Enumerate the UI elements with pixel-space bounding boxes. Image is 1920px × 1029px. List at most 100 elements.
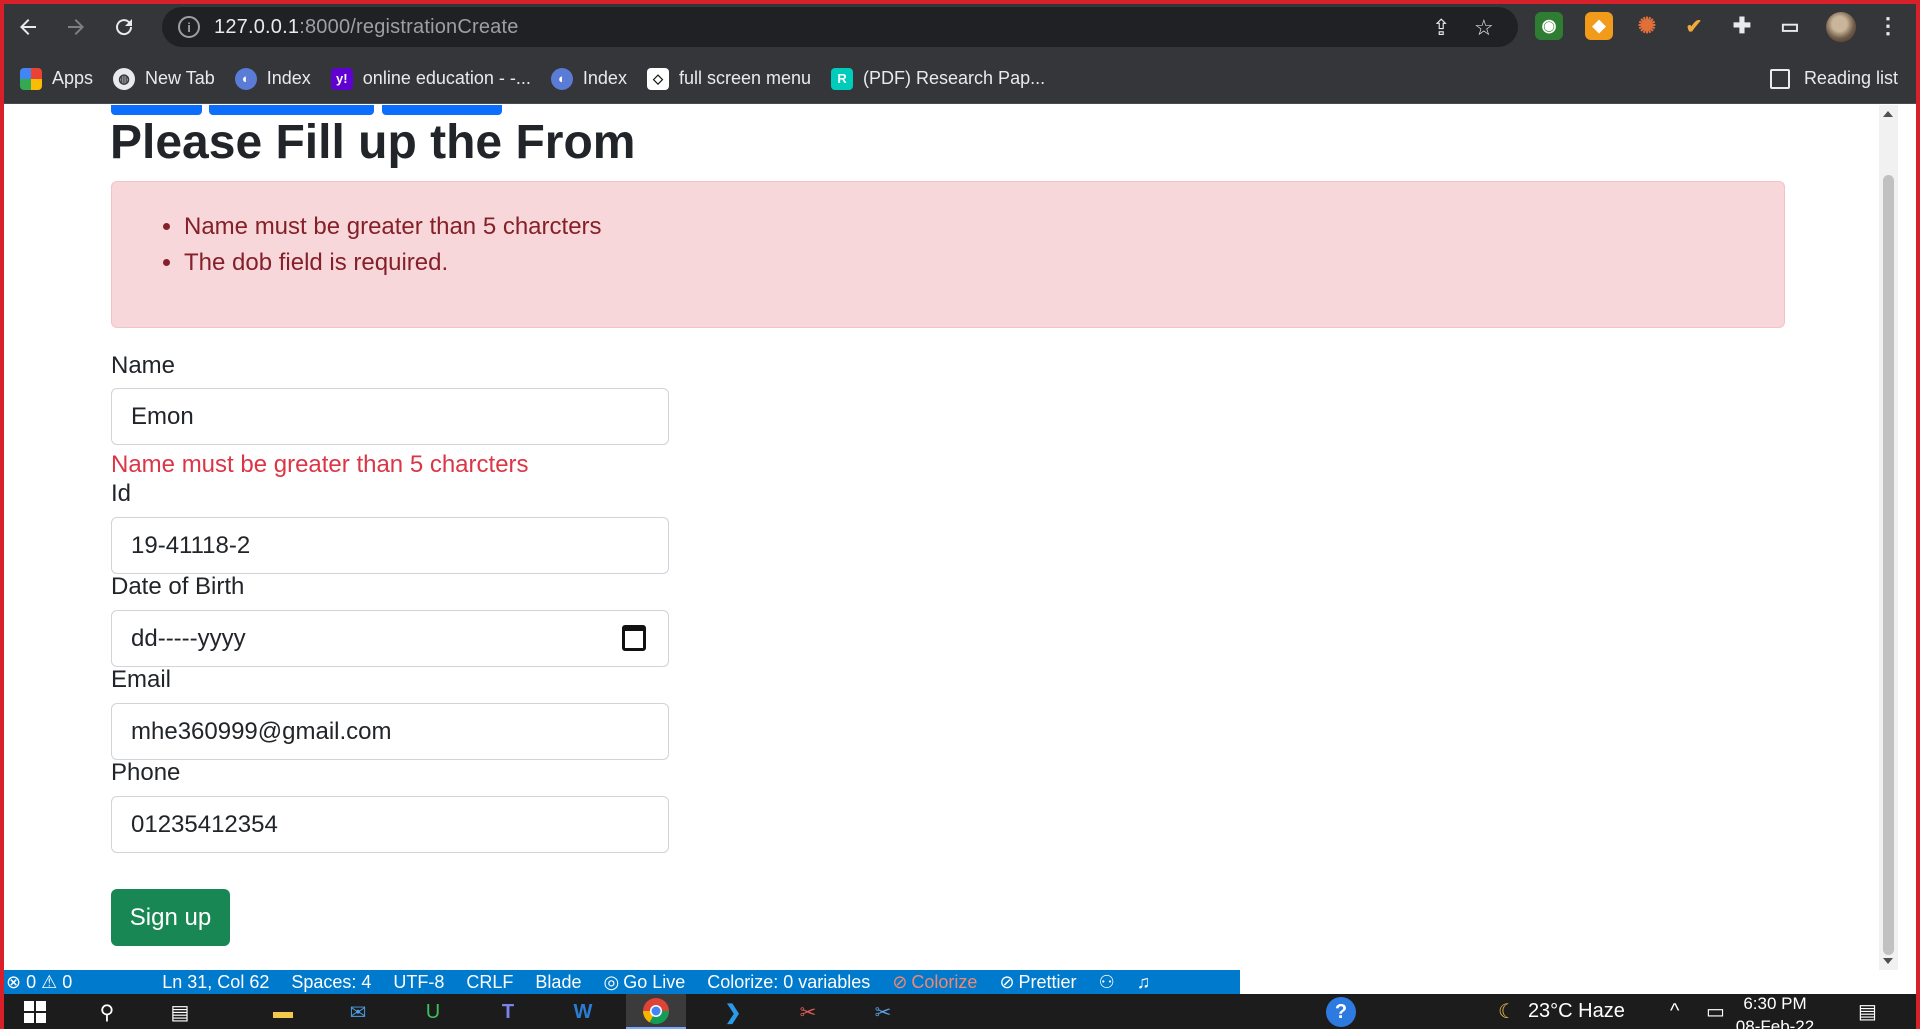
apps-grid-icon (20, 67, 42, 90)
share-icon[interactable]: ⇪ (1432, 15, 1450, 41)
bookmark-online-education[interactable]: y! online education - -... (330, 67, 531, 90)
nav-button-partial[interactable] (209, 105, 374, 115)
windows-taskbar: ⚲ ▤ ▬ ✉ U T W ❯ ✂ ✂ ? ☾ 23°C Haze ^ ▭ 6:3… (0, 994, 1920, 1029)
problems-indicator[interactable]: ⊗ 0 ⚠ 0 (6, 972, 72, 993)
phone-input[interactable]: 01235412354 (111, 796, 669, 853)
line-ending[interactable]: CRLF (466, 972, 513, 993)
go-live-button[interactable]: ◎ Go Live (603, 972, 685, 993)
extension-film-icon[interactable]: ✺ (1633, 12, 1661, 40)
email-input[interactable]: mhe360999@gmail.com (111, 703, 669, 760)
cursor-position[interactable]: Ln 31, Col 62 (162, 972, 269, 993)
nav-button-partial[interactable] (382, 105, 502, 115)
bookmarks-bar: Apps ◍ New Tab ◐ Index y! online educati… (0, 54, 1920, 104)
phone-label: Phone (111, 759, 181, 786)
vscode-icon[interactable]: ❯ (718, 997, 748, 1027)
url-text[interactable]: 127.0.0.1:8000/registrationCreate (214, 16, 519, 39)
help-icon[interactable]: ? (1326, 997, 1356, 1027)
reload-icon (116, 19, 133, 36)
bookmark-star-icon[interactable]: ☆ (1474, 15, 1494, 41)
error-item: The dob field is required. (184, 245, 1784, 281)
dob-placeholder: dd-----yyyy (131, 624, 246, 652)
menu-dots-icon[interactable]: ⋮ (1874, 12, 1902, 40)
encoding[interactable]: UTF-8 (393, 972, 444, 993)
page-scrollbar[interactable] (1879, 105, 1898, 970)
language-mode[interactable]: Blade (535, 972, 581, 993)
name-input[interactable]: Emon (111, 388, 669, 445)
profile-avatar[interactable] (1826, 12, 1856, 42)
chrome-taskbar-icon[interactable] (626, 994, 686, 1029)
windows-logo-icon (24, 1001, 46, 1023)
windows-start-icon[interactable] (20, 997, 50, 1027)
id-input[interactable]: 19-41118-2 (111, 517, 669, 574)
show-hidden-icons-icon[interactable]: ^ (1670, 994, 1679, 1029)
cast-icon[interactable]: ▭ (1776, 12, 1804, 40)
chrome-icon (642, 997, 670, 1024)
address-bar[interactable]: i 127.0.0.1:8000/registrationCreate ⇪ ☆ (162, 7, 1518, 47)
name-error: Name must be greater than 5 charcters (111, 451, 529, 478)
arrow-right-icon (68, 19, 84, 35)
error-alert: Name must be greater than 5 charcters Th… (111, 181, 1785, 328)
upwork-icon[interactable]: U (418, 997, 448, 1027)
scroll-thumb[interactable] (1883, 175, 1894, 955)
extension-shield-icon[interactable]: ◆ (1585, 12, 1613, 40)
globe-icon: ◍ (113, 67, 136, 90)
researchgate-icon: R (831, 67, 854, 90)
extension-person-check-icon[interactable]: ✔ (1680, 12, 1708, 40)
colorize-button[interactable]: ⊘ Colorize (892, 972, 977, 993)
yahoo-icon: y! (330, 67, 353, 90)
moon-cloud-icon: ☾ (1498, 1001, 1516, 1023)
dob-input[interactable]: dd-----yyyy (111, 610, 669, 667)
page-content: Please Fill up the From Name must be gre… (4, 105, 1898, 970)
page-title: Please Fill up the From (110, 116, 636, 169)
bookmark-new-tab[interactable]: ◍ New Tab (113, 67, 215, 90)
browser-toolbar: i 127.0.0.1:8000/registrationCreate ⇪ ☆ … (0, 0, 1920, 54)
mail-icon[interactable]: ✉ (343, 997, 373, 1027)
bookmark-research-paper[interactable]: R (PDF) Research Pap... (831, 67, 1045, 90)
bookmark-apps[interactable]: Apps (20, 67, 93, 90)
notification-center-icon[interactable]: ▤ (1858, 994, 1877, 1029)
notification-bell-icon[interactable]: ♫ (1137, 972, 1151, 993)
dob-label: Date of Birth (111, 573, 245, 600)
snipping-tool-icon[interactable]: ✂ (793, 997, 823, 1027)
signup-button[interactable]: Sign up (111, 889, 230, 946)
error-list: Name must be greater than 5 charcters Th… (184, 209, 1784, 281)
index-favicon: ◐ (550, 67, 573, 90)
scissors-icon[interactable]: ✂ (868, 997, 898, 1027)
bookmark-full-screen-menu[interactable]: ◇ full screen menu (646, 67, 811, 90)
colorize-variables[interactable]: Colorize: 0 variables (707, 972, 870, 993)
bookmark-index[interactable]: ◐ Index (234, 67, 311, 90)
site-info-icon[interactable]: i (178, 16, 200, 38)
vscode-status-bar: ⊗ 0 ⚠ 0 Ln 31, Col 62 Spaces: 4 UTF-8 CR… (0, 970, 1240, 994)
disabled-icon: ⊘ (892, 971, 908, 992)
scroll-up-arrow-icon[interactable] (1883, 111, 1893, 117)
system-clock[interactable]: 6:30 PM 08-Feb-22 (1720, 994, 1830, 1029)
name-label: Name (111, 352, 176, 379)
teams-icon[interactable]: T (493, 997, 523, 1027)
scroll-down-arrow-icon[interactable] (1883, 958, 1893, 964)
indentation[interactable]: Spaces: 4 (291, 972, 371, 993)
email-label: Email (111, 666, 172, 693)
word-icon[interactable]: W (568, 997, 598, 1027)
codepen-icon: ◇ (646, 67, 669, 90)
prettier-button[interactable]: ⊘ Prettier (999, 972, 1076, 993)
bookmark-index-2[interactable]: ◐ Index (550, 67, 627, 90)
calendar-icon[interactable] (622, 625, 646, 651)
forward-button[interactable] (56, 7, 96, 47)
nav-button-partial[interactable] (111, 105, 202, 115)
search-icon[interactable]: ⚲ (92, 997, 122, 1027)
live-share-icon[interactable]: ⚇ (1099, 972, 1115, 993)
weather-widget[interactable]: ☾ 23°C Haze (1498, 994, 1625, 1029)
reading-list-button[interactable]: Reading list (1769, 68, 1898, 89)
task-view-icon[interactable]: ▤ (165, 997, 195, 1027)
file-explorer-icon[interactable]: ▬ (268, 997, 298, 1027)
reload-button[interactable] (104, 7, 144, 47)
extension-globe-icon[interactable]: ◉ (1535, 12, 1563, 40)
disabled-icon: ⊘ (999, 971, 1015, 992)
reading-list-icon (1769, 68, 1790, 89)
extensions-puzzle-icon[interactable]: ✚ (1728, 12, 1756, 40)
index-favicon: ◐ (234, 67, 257, 90)
back-button[interactable] (8, 7, 48, 47)
id-label: Id (111, 480, 132, 507)
arrow-left-icon (20, 19, 36, 35)
error-item: Name must be greater than 5 charcters (184, 209, 1784, 245)
